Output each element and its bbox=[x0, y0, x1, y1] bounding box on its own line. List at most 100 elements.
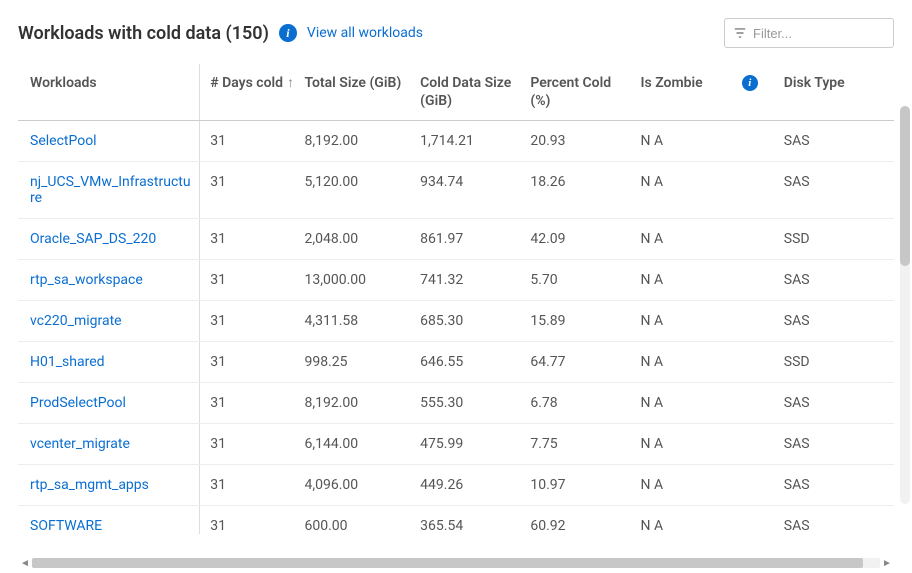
table-row: rtp_sa_workspace3113,000.00741.325.70N A… bbox=[18, 260, 894, 301]
cell-disk-type: SAS bbox=[784, 121, 894, 162]
workload-link[interactable]: nj_UCS_VMw_Infrastructure bbox=[30, 174, 191, 206]
cell-workload-name: rtp_sa_mgmt_apps bbox=[18, 465, 200, 506]
cell-cold-size: 741.32 bbox=[420, 260, 530, 301]
cell-cold-size: 646.55 bbox=[420, 342, 530, 383]
workload-link[interactable]: H01_shared bbox=[30, 354, 105, 370]
cell-days-cold: 31 bbox=[200, 465, 305, 506]
cell-is-zombie: N A bbox=[641, 506, 784, 534]
cell-is-zombie: N A bbox=[641, 219, 784, 260]
cell-workload-name: SOFTWARE bbox=[18, 506, 200, 534]
cell-workload-name: vc220_migrate bbox=[18, 301, 200, 342]
col-header-cold-size[interactable]: Cold Data Size (GiB) bbox=[420, 64, 530, 121]
vertical-scrollbar-thumb[interactable] bbox=[900, 106, 910, 266]
cell-disk-type: SAS bbox=[784, 465, 894, 506]
workload-link[interactable]: Oracle_SAP_DS_220 bbox=[30, 231, 156, 247]
table-row: SelectPool318,192.001,714.2120.93N ASAS bbox=[18, 121, 894, 162]
panel-header: Workloads with cold data (150) i View al… bbox=[18, 18, 894, 48]
vertical-scrollbar[interactable] bbox=[900, 106, 910, 504]
cell-disk-type: SAS bbox=[784, 383, 894, 424]
page-title: Workloads with cold data (150) bbox=[18, 23, 269, 44]
cell-total-size: 8,192.00 bbox=[304, 383, 420, 424]
col-header-disk-type[interactable]: Disk Type bbox=[784, 64, 894, 121]
cell-is-zombie: N A bbox=[641, 465, 784, 506]
cell-cold-size: 449.26 bbox=[420, 465, 530, 506]
cell-percent-cold: 64.77 bbox=[530, 342, 640, 383]
cell-days-cold: 31 bbox=[200, 424, 305, 465]
cell-disk-type: SAS bbox=[784, 424, 894, 465]
col-header-days-cold[interactable]: # Days cold ↑ bbox=[200, 64, 305, 121]
cell-is-zombie: N A bbox=[641, 342, 784, 383]
cell-total-size: 8,192.00 bbox=[304, 121, 420, 162]
workload-link[interactable]: vc220_migrate bbox=[30, 313, 122, 329]
cell-is-zombie: N A bbox=[641, 383, 784, 424]
filter-icon bbox=[733, 26, 747, 40]
cell-percent-cold: 18.26 bbox=[530, 162, 640, 219]
col-header-workloads[interactable]: Workloads bbox=[18, 64, 200, 121]
cell-cold-size: 934.74 bbox=[420, 162, 530, 219]
cell-disk-type: SAS bbox=[784, 260, 894, 301]
cell-workload-name: rtp_sa_workspace bbox=[18, 260, 200, 301]
horizontal-scrollbar[interactable]: ◄ ► bbox=[18, 557, 894, 569]
workload-link[interactable]: rtp_sa_workspace bbox=[30, 272, 143, 288]
cell-percent-cold: 20.93 bbox=[530, 121, 640, 162]
cell-total-size: 998.25 bbox=[304, 342, 420, 383]
cell-percent-cold: 6.78 bbox=[530, 383, 640, 424]
cell-total-size: 4,096.00 bbox=[304, 465, 420, 506]
sort-ascending-icon: ↑ bbox=[287, 76, 294, 90]
filter-input[interactable] bbox=[753, 26, 885, 41]
cell-cold-size: 861.97 bbox=[420, 219, 530, 260]
cell-is-zombie: N A bbox=[641, 260, 784, 301]
scroll-right-arrow-icon[interactable]: ► bbox=[880, 556, 894, 570]
cell-is-zombie: N A bbox=[641, 424, 784, 465]
scroll-left-arrow-icon[interactable]: ◄ bbox=[18, 556, 32, 570]
cell-percent-cold: 60.92 bbox=[530, 506, 640, 534]
cell-days-cold: 31 bbox=[200, 506, 305, 534]
cell-percent-cold: 10.97 bbox=[530, 465, 640, 506]
table-row: ProdSelectPool 318,192.00555.306.78N ASAS bbox=[18, 383, 894, 424]
cell-days-cold: 31 bbox=[200, 342, 305, 383]
cell-disk-type: SAS bbox=[784, 506, 894, 534]
title-info-icon[interactable]: i bbox=[279, 24, 297, 42]
workload-link[interactable]: rtp_sa_mgmt_apps bbox=[30, 477, 149, 493]
cell-disk-type: SSD bbox=[784, 342, 894, 383]
cell-total-size: 2,048.00 bbox=[304, 219, 420, 260]
cell-percent-cold: 5.70 bbox=[530, 260, 640, 301]
table-row: vc220_migrate314,311.58685.3015.89N ASAS bbox=[18, 301, 894, 342]
cell-days-cold: 31 bbox=[200, 383, 305, 424]
cell-percent-cold: 42.09 bbox=[530, 219, 640, 260]
table-row: rtp_sa_mgmt_apps 314,096.00449.2610.97N A… bbox=[18, 465, 894, 506]
table-row: SOFTWARE31600.00365.5460.92N ASAS bbox=[18, 506, 894, 534]
workload-link[interactable]: SelectPool bbox=[30, 133, 97, 149]
cell-workload-name: ProdSelectPool bbox=[18, 383, 200, 424]
title-text: Workloads with cold data bbox=[18, 23, 221, 44]
col-header-is-zombie[interactable]: Is Zombie i bbox=[641, 64, 784, 121]
col-header-percent-cold[interactable]: Percent Cold (%) bbox=[530, 64, 640, 121]
table-row: H01_shared 31998.25646.5564.77N ASSD bbox=[18, 342, 894, 383]
cell-total-size: 5,120.00 bbox=[304, 162, 420, 219]
cell-total-size: 4,311.58 bbox=[304, 301, 420, 342]
cell-days-cold: 31 bbox=[200, 219, 305, 260]
cell-percent-cold: 15.89 bbox=[530, 301, 640, 342]
cell-is-zombie: N A bbox=[641, 301, 784, 342]
filter-container[interactable] bbox=[724, 18, 894, 48]
zombie-info-icon[interactable]: i bbox=[742, 75, 758, 91]
table-row: Oracle_SAP_DS_220 312,048.00861.9742.09N … bbox=[18, 219, 894, 260]
cell-is-zombie: N A bbox=[641, 121, 784, 162]
cell-cold-size: 475.99 bbox=[420, 424, 530, 465]
horizontal-scrollbar-track[interactable] bbox=[32, 558, 880, 568]
cell-total-size: 6,144.00 bbox=[304, 424, 420, 465]
horizontal-scrollbar-thumb[interactable] bbox=[32, 558, 863, 568]
workload-link[interactable]: ProdSelectPool bbox=[30, 395, 126, 411]
cell-disk-type: SAS bbox=[784, 162, 894, 219]
cell-is-zombie: N A bbox=[641, 162, 784, 219]
col-header-total-size[interactable]: Total Size (GiB) bbox=[304, 64, 420, 121]
cell-cold-size: 555.30 bbox=[420, 383, 530, 424]
cell-total-size: 600.00 bbox=[304, 506, 420, 534]
workload-link[interactable]: vcenter_migrate bbox=[30, 436, 130, 452]
view-all-workloads-link[interactable]: View all workloads bbox=[307, 25, 423, 41]
workload-link[interactable]: SOFTWARE bbox=[30, 518, 102, 534]
table-container: Workloads # Days cold ↑ Total Size (GiB) bbox=[18, 64, 894, 534]
cell-workload-name: H01_shared bbox=[18, 342, 200, 383]
title-count: (150) bbox=[225, 23, 268, 44]
cell-days-cold: 31 bbox=[200, 162, 305, 219]
